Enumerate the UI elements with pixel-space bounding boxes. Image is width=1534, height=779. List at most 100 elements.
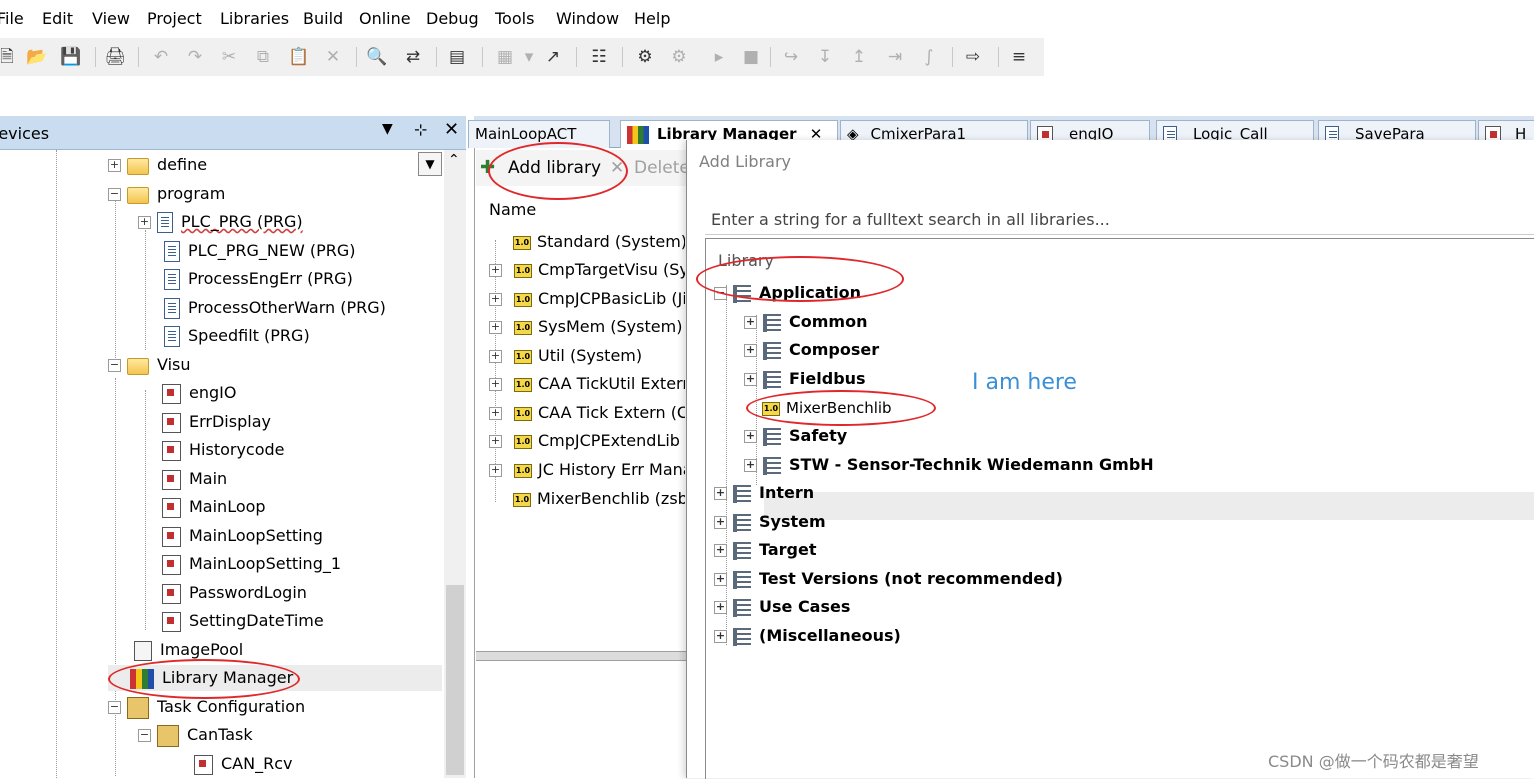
library-group-intern[interactable]: + Intern [714,479,814,507]
library-group-use-cases[interactable]: + Use Cases [714,593,850,621]
library-group-fieldbus[interactable]: + Fieldbus [744,365,866,393]
expand-icon[interactable]: + [489,407,502,420]
paste-icon[interactable]: 📋 [288,46,310,68]
menu-build[interactable]: Build [303,9,343,28]
library-group-test-versions[interactable]: + Test Versions (not recommended) [714,565,1063,593]
overflow-menu-icon[interactable]: ≡ [1008,46,1030,68]
run-icon[interactable]: ▸ [708,46,730,68]
copy-icon[interactable]: ⧉ [252,46,274,68]
library-row[interactable]: 1.0 MixerBenchlib (zsb) [489,486,685,512]
tree-dropdown-icon[interactable]: ▼ [418,152,442,176]
scrollbar-thumb[interactable] [446,585,464,775]
dropdown-arrow-icon[interactable]: ▾ [518,46,540,68]
open-folder-icon[interactable]: 📂 [26,46,48,68]
export-icon[interactable]: ↗ [542,46,564,68]
menu-file[interactable]: File [0,9,24,28]
tree-item-visu[interactable]: − Visu [108,352,191,378]
tree-item-mainloop[interactable]: MainLoop [162,494,266,520]
library-row[interactable]: +1.0 CmpTargetVisu (Sys [489,257,685,283]
print-icon[interactable]: 🖨 [104,46,126,68]
pin-icon[interactable]: ⊹ [414,120,427,139]
library-row[interactable]: +1.0 SysMem (System) [489,314,685,340]
library-group-safety[interactable]: + Safety [744,422,847,450]
tree-item-mainloopsetting-1[interactable]: MainLoopSetting_1 [162,551,341,577]
tree-item-passwordlogin[interactable]: PasswordLogin [162,580,307,606]
login-icon[interactable]: ⚙ [634,46,656,68]
editor-splitter[interactable] [476,651,686,661]
step-over-icon[interactable]: ↪ [780,46,802,68]
expand-icon[interactable]: + [744,459,757,472]
expand-icon[interactable]: + [489,321,502,334]
expand-icon[interactable]: + [744,430,757,443]
delete-library-button[interactable]: Delete [634,158,686,178]
library-row[interactable]: +1.0 CAA Tick Extern (CA [489,400,685,426]
devices-scrollbar[interactable]: ⌃ [444,150,466,778]
scroll-up-icon[interactable]: ⌃ [448,152,460,168]
expand-icon[interactable]: + [489,378,502,391]
tree-item-historycode[interactable]: Historycode [162,437,285,463]
stop-icon[interactable]: ■ [740,46,762,68]
tree-item-can-rcv[interactable]: CAN_Rcv [194,751,292,777]
library-row[interactable]: 1.0 Standard (System) [489,229,685,255]
menu-help[interactable]: Help [634,9,670,28]
library-group-stw[interactable]: + STW - Sensor-Technik Wiedemann GmbH [744,451,1154,479]
library-search-input[interactable] [705,204,1534,235]
expand-icon[interactable]: + [714,573,727,586]
library-group-target[interactable]: + Target [714,536,817,564]
tree-item-cantask[interactable]: − CanTask [138,722,253,748]
save-icon[interactable]: 💾 [60,46,82,68]
tree-item-main[interactable]: Main [162,466,227,492]
expand-icon[interactable]: + [714,487,727,500]
tree-item-mainloopsetting[interactable]: MainLoopSetting [162,523,323,549]
replace-icon[interactable]: ⇄ [402,46,424,68]
expand-icon[interactable]: + [489,264,502,277]
tree-item-plc-prg[interactable]: + PLC_PRG (PRG) [138,209,303,235]
expand-icon[interactable]: + [108,159,121,172]
library-row[interactable]: +1.0 JC History Err Mana [489,457,685,483]
step-into-icon[interactable]: ↧ [814,46,836,68]
expand-icon[interactable]: + [744,373,757,386]
logout-icon[interactable]: ⚙ [668,46,690,68]
tree-item-processotherwarn[interactable]: ProcessOtherWarn (PRG) [164,295,386,321]
library-group-miscellaneous[interactable]: + (Miscellaneous) [714,622,901,650]
tree-item-program[interactable]: − program [108,181,225,207]
step-out-icon[interactable]: ↥ [848,46,870,68]
library-row[interactable]: +1.0 CmpJCPExtendLib ( [489,428,685,454]
expand-icon[interactable]: + [714,601,727,614]
tree-item-processengerr[interactable]: ProcessEngErr (PRG) [164,266,353,292]
collapse-icon[interactable]: − [138,729,151,742]
breakpoint-icon[interactable]: ∫ [918,46,940,68]
menu-view[interactable]: View [92,9,130,28]
collapse-icon[interactable]: − [108,188,121,201]
menu-edit[interactable]: Edit [42,9,73,28]
library-row[interactable]: +1.0 CmpJCPBasicLib (Jia [489,286,685,312]
calendar-icon[interactable]: ☷ [588,46,610,68]
expand-icon[interactable]: + [714,516,727,529]
expand-icon[interactable]: + [489,464,502,477]
redo-icon[interactable]: ↷ [184,46,206,68]
menu-debug[interactable]: Debug [426,9,479,28]
close-panel-icon[interactable]: ✕ [444,119,459,140]
tree-item-errdisplay[interactable]: ErrDisplay [162,409,271,435]
expand-icon[interactable]: + [714,630,727,643]
new-file-icon[interactable]: 🗎 [0,46,18,68]
tree-item-plc-prg-new[interactable]: PLC_PRG_NEW (PRG) [164,238,356,264]
tree-item-speedfilt[interactable]: Speedfilt (PRG) [164,323,310,349]
panel-dropdown-icon[interactable]: ▼ [382,121,393,137]
menu-online[interactable]: Online [359,9,411,28]
menu-tools[interactable]: Tools [495,9,534,28]
menu-window[interactable]: Window [556,9,619,28]
expand-icon[interactable]: + [744,316,757,329]
collapse-icon[interactable]: − [108,359,121,372]
expand-icon[interactable]: + [744,344,757,357]
forward-icon[interactable]: ⇨ [962,46,984,68]
cut-icon[interactable]: ✂ [218,46,240,68]
library-group-common[interactable]: + Common [744,308,867,336]
library-group-composer[interactable]: + Composer [744,336,879,364]
expand-icon[interactable]: + [489,435,502,448]
delete-icon[interactable]: ✕ [322,46,344,68]
collapse-icon[interactable]: − [108,701,121,714]
grid-icon[interactable]: ▦ [494,46,516,68]
tree-item-settingdatetime[interactable]: SettingDateTime [162,608,324,634]
library-row[interactable]: +1.0 Util (System) [489,343,685,369]
